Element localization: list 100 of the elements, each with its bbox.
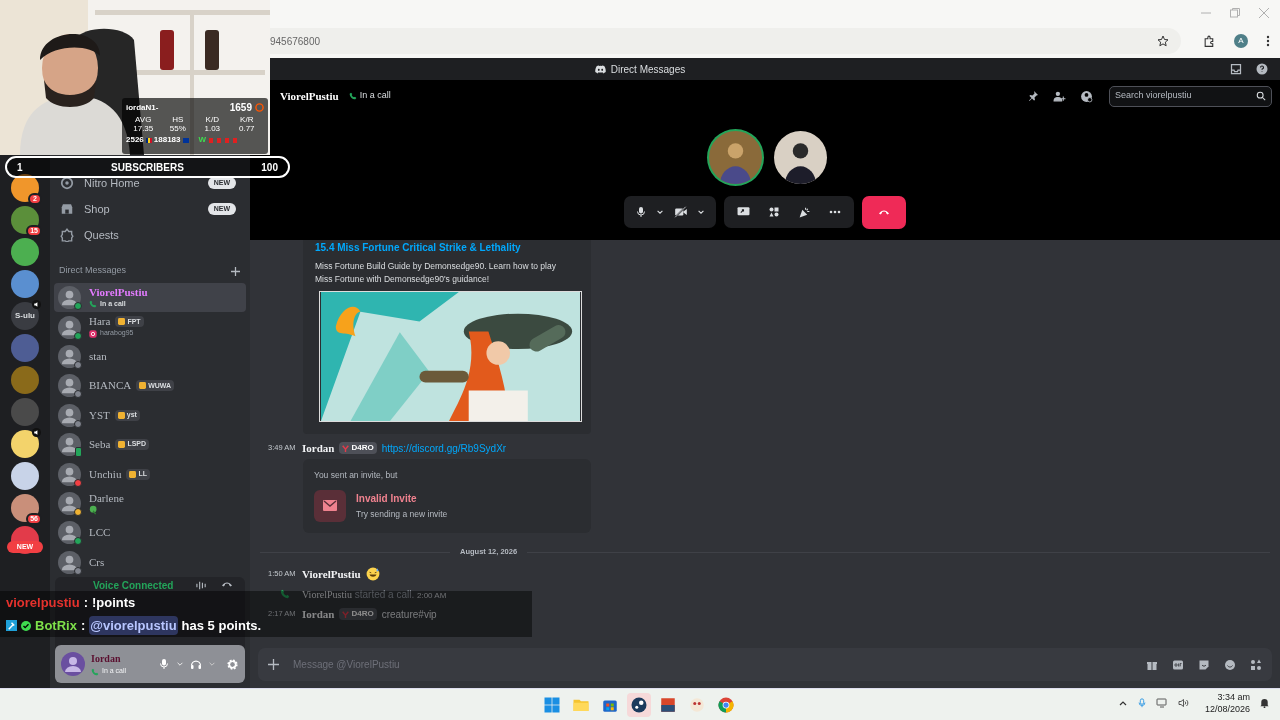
server-icon[interactable] (11, 174, 39, 202)
avatar-icon (61, 652, 85, 676)
waveform-icon[interactable] (196, 579, 207, 591)
contact-name: stan (89, 349, 107, 363)
server-icon[interactable] (11, 206, 39, 234)
server-icon[interactable] (11, 238, 39, 266)
phone-icon (280, 589, 290, 599)
stat-value: 1.03 (203, 124, 222, 133)
clock[interactable]: 3:34 am 12/08/2026 (1204, 691, 1250, 715)
menu-icon[interactable] (1266, 35, 1270, 47)
star-icon[interactable] (1157, 35, 1169, 47)
contact-name: BIANCA (89, 379, 132, 393)
contact-name: Darlene (89, 491, 124, 505)
volume-icon[interactable] (1176, 697, 1190, 709)
invite-subtitle: Try sending a new invite (356, 507, 448, 521)
stat-label: AVG (134, 115, 153, 124)
sticker-icon[interactable] (1198, 658, 1210, 671)
activities-icon[interactable] (768, 206, 780, 218)
avatar-icon (58, 286, 81, 310)
contact-name: LCC (89, 526, 111, 540)
nav-item[interactable]: Quests (54, 222, 246, 248)
goal-rank: 1 (17, 160, 24, 175)
chat-message: !points (92, 593, 136, 612)
add-icon[interactable] (268, 659, 279, 670)
guild-tag: D4RO (339, 442, 377, 454)
server-icon[interactable]: S-ulu (11, 302, 39, 330)
avatar-icon (58, 403, 81, 427)
tag-icon (118, 318, 126, 326)
author-name: ViorelPustiu (302, 566, 361, 582)
avatar-icon (58, 374, 81, 398)
more-icon[interactable] (829, 210, 841, 214)
discord-logo-icon (594, 64, 606, 74)
stat-label: HS (171, 115, 185, 124)
invite-heading: You sent an invite, but (314, 469, 399, 482)
stat-label: K/R (239, 115, 255, 124)
phone-icon (91, 667, 99, 676)
chevron-down-icon[interactable] (697, 208, 706, 216)
help-icon[interactable] (1256, 63, 1268, 75)
contact-name: Unchiu (89, 467, 122, 481)
stat-value: 0.77 (237, 124, 256, 133)
network-icon[interactable] (1155, 697, 1168, 709)
settings-icon[interactable] (226, 657, 239, 671)
hang-up-button[interactable] (862, 195, 906, 229)
chevron-down-icon[interactable] (656, 208, 665, 216)
contact-name: Crs (89, 555, 105, 569)
emoji-icon[interactable] (1224, 658, 1236, 671)
author-name: Iordan (302, 440, 335, 456)
avatar-icon (58, 491, 81, 515)
avatar-icon (58, 315, 81, 339)
profile-button[interactable]: A (1234, 34, 1248, 48)
embed-description: Miss Fortune Build Guide by Demonsedge90. Learn how to play Miss Fortune with Demonsedge90's guidance! (315, 260, 557, 286)
verified-badge-icon (21, 620, 31, 631)
invite-link[interactable]: https://discord.gg/Rb9SydXr (381, 440, 507, 456)
losses-icon (208, 137, 239, 143)
call-status: In a call (359, 89, 391, 103)
flag-icon (182, 137, 189, 143)
author-name: Iordan (302, 606, 335, 622)
screen-share-icon[interactable] (737, 206, 750, 218)
steam-icon[interactable] (627, 693, 651, 717)
embed-title-link[interactable]: 15.4 Miss Fortune Critical Strike & Lethality (315, 241, 583, 255)
search-field[interactable]: Search viorelpustiu (1109, 85, 1272, 107)
camera-off-icon[interactable] (673, 206, 688, 218)
headphones-icon[interactable] (190, 658, 202, 670)
server-icon[interactable] (11, 494, 39, 522)
server-icon[interactable] (11, 430, 39, 458)
dm-item[interactable]: stan (54, 341, 246, 372)
dm-item[interactable]: Crs (54, 547, 246, 577)
invite-title: Invalid Invite (356, 491, 418, 506)
pin-icon[interactable] (1027, 90, 1039, 102)
gif-icon[interactable] (1172, 658, 1184, 671)
avatar-icon (58, 550, 81, 574)
notification-icon[interactable] (1259, 697, 1270, 709)
dm-item[interactable]: Darlene (54, 488, 246, 519)
stat-value: 55% (168, 124, 187, 133)
phone-icon (348, 92, 357, 100)
leaf-emoji-icon (89, 504, 99, 515)
avatar-icon (58, 462, 81, 486)
add-friend-icon[interactable] (1053, 89, 1066, 103)
tag-icon (342, 444, 350, 452)
rank-icon (255, 103, 264, 112)
server-icon[interactable] (11, 462, 39, 490)
tag-icon (117, 411, 125, 419)
dm-item[interactable]: LCC (54, 518, 246, 548)
chat-message: has 5 points. (181, 616, 262, 635)
points-number: 188183 (153, 134, 181, 146)
inbox-icon[interactable] (1230, 63, 1242, 75)
soundboard-icon[interactable] (798, 205, 811, 219)
microphone-icon[interactable] (634, 206, 647, 218)
url-text: 945676800 (270, 34, 321, 49)
add-icon[interactable] (231, 266, 240, 276)
search-icon (1256, 91, 1266, 101)
address-bar[interactable]: 945676800 (270, 28, 1181, 54)
extension-icon[interactable] (1203, 34, 1216, 48)
profile-icon[interactable] (1080, 89, 1093, 103)
envelope-icon (314, 489, 346, 522)
instagram-icon (89, 329, 97, 338)
phone-hangup-icon (878, 209, 890, 215)
chat-username: viorelpustiu (6, 593, 80, 612)
rank-number: 2526 (126, 134, 144, 146)
apps-icon[interactable] (1250, 658, 1262, 671)
